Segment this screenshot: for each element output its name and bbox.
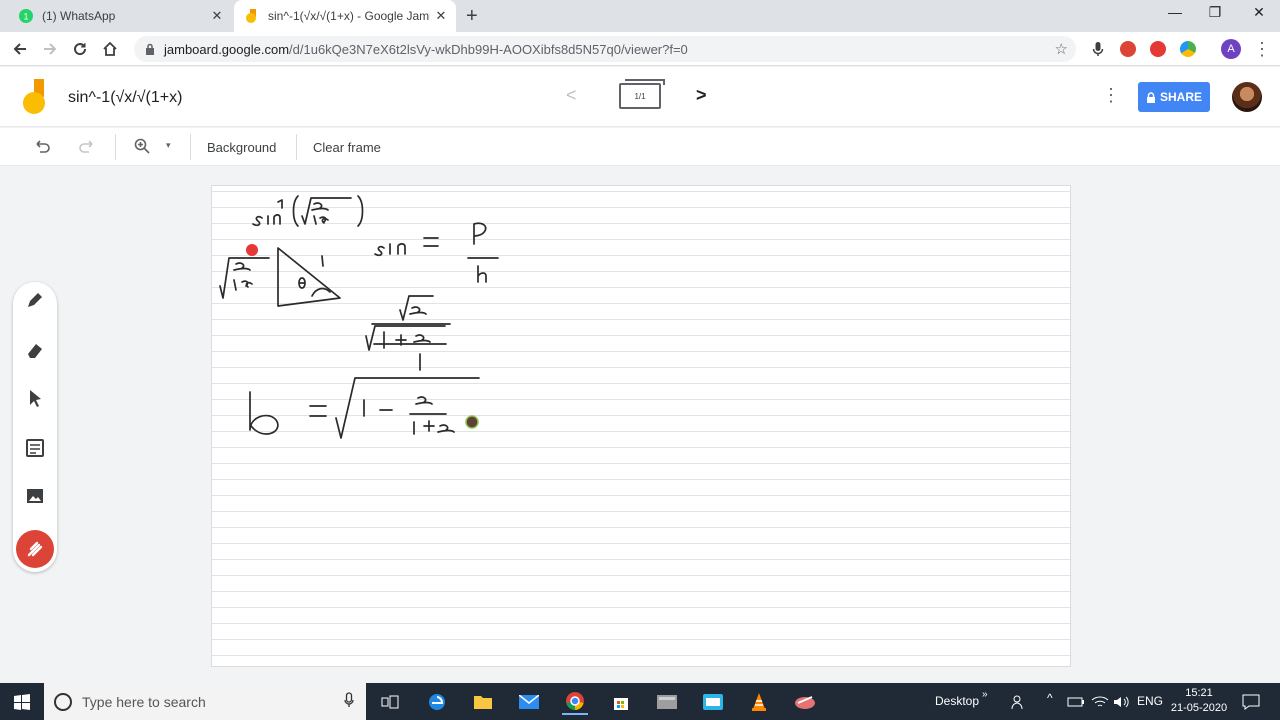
more-options-icon[interactable]: ⋮	[1102, 85, 1120, 106]
notifications-icon[interactable]	[1238, 689, 1264, 715]
undo-icon[interactable]	[33, 137, 51, 160]
windows-taskbar: Type here to search Desktop » ^ ENG 15:2…	[0, 683, 1280, 720]
canvas-area	[0, 167, 1280, 683]
store-icon[interactable]	[608, 689, 634, 715]
select-arrow-icon[interactable]	[23, 386, 47, 410]
taskbar-app-icon[interactable]	[654, 689, 680, 715]
sticky-note-icon[interactable]	[23, 436, 47, 460]
browser-tab-strip: 1 (1) WhatsApp ✕ sin^-1(√x/√(1+x) - Goog…	[0, 0, 1280, 32]
url-host: jamboard.google.com	[164, 41, 290, 57]
pen-tool-icon[interactable]	[23, 288, 47, 312]
clock-date: 21-05-2020	[1170, 702, 1228, 714]
taskbar-app-icon[interactable]	[700, 689, 726, 715]
redo-icon[interactable]	[78, 137, 96, 160]
jam-title[interactable]: sin^-1(√x/√(1+x)	[68, 89, 182, 107]
extension-record-icon[interactable]	[1120, 41, 1136, 57]
close-window-icon[interactable]: ✕	[1236, 4, 1280, 21]
address-bar[interactable]: jamboard.google.com/d/1u6kQe3N7eX6t2lsVy…	[134, 36, 1076, 62]
jamboard-header: sin^-1(√x/√(1+x) < 1/1 > ⋮ SHARE	[0, 67, 1280, 127]
zoom-dropdown-icon[interactable]: ▾	[166, 140, 171, 151]
svg-text:1: 1	[23, 12, 28, 22]
edge-browser-icon[interactable]	[424, 689, 450, 715]
taskbar-search-input[interactable]: Type here to search	[44, 683, 366, 720]
chrome-menu-icon[interactable]: ⋮	[1250, 37, 1274, 61]
vlc-icon[interactable]	[746, 689, 772, 715]
tab-title: (1) WhatsApp	[42, 9, 116, 23]
background-button[interactable]: Background	[207, 140, 276, 155]
frame-indicator[interactable]: 1/1	[619, 79, 665, 109]
desktop-toolbar-label[interactable]: Desktop	[935, 694, 979, 708]
tab-whatsapp[interactable]: 1 (1) WhatsApp ✕	[8, 0, 232, 32]
language-indicator[interactable]: ENG	[1137, 694, 1163, 708]
toolbar-divider	[115, 134, 116, 160]
lock-icon	[1146, 91, 1155, 103]
jamboard-logo-icon[interactable]	[22, 79, 48, 115]
handwritten-math-drawing	[219, 195, 499, 439]
microphone-icon[interactable]	[1090, 41, 1106, 57]
forward-icon[interactable]	[38, 37, 62, 61]
share-button[interactable]: SHARE	[1138, 82, 1210, 112]
search-placeholder: Type here to search	[82, 693, 206, 710]
new-tab-icon[interactable]: +	[466, 5, 478, 28]
previous-frame-icon[interactable]: <	[566, 85, 577, 106]
restore-icon[interactable]: ❐	[1192, 4, 1238, 21]
taskbar-app-icon[interactable]	[792, 689, 818, 715]
jamboard-icon	[244, 8, 260, 24]
eraser-icon[interactable]	[23, 338, 47, 362]
reload-icon[interactable]	[68, 37, 92, 61]
whatsapp-icon: 1	[18, 8, 34, 24]
toolbar-divider	[190, 134, 191, 160]
toolbar-expand-icon[interactable]: »	[982, 689, 988, 700]
windows-start-icon[interactable]	[14, 694, 30, 710]
microphone-icon[interactable]	[344, 692, 354, 711]
laser-dot	[246, 244, 258, 256]
toolbar-divider	[296, 134, 297, 160]
jam-frame[interactable]	[211, 185, 1071, 667]
tab-jamboard[interactable]: sin^-1(√x/√(1+x) - Google Jambo ✕	[234, 0, 456, 32]
next-frame-icon[interactable]: >	[696, 85, 707, 106]
tools-panel	[13, 282, 57, 572]
share-label: SHARE	[1159, 90, 1202, 104]
show-hidden-icons-icon[interactable]: ^	[1047, 691, 1053, 705]
clear-frame-button[interactable]: Clear frame	[313, 140, 381, 155]
browser-toolbar: jamboard.google.com/d/1u6kQe3N7eX6t2lsVy…	[0, 32, 1280, 66]
file-explorer-icon[interactable]	[470, 689, 496, 715]
taskbar-clock[interactable]: 15:21 21-05-2020	[1168, 686, 1230, 716]
laser-pointer-icon[interactable]	[16, 530, 54, 568]
people-icon[interactable]	[1006, 689, 1032, 715]
zoom-icon[interactable]	[133, 137, 151, 160]
home-icon[interactable]	[98, 37, 122, 61]
tab-title: sin^-1(√x/√(1+x) - Google Jambo	[268, 9, 430, 23]
bookmark-star-icon[interactable]: ☆	[1055, 40, 1068, 58]
jamboard-toolbar: ▾ Background Clear frame	[0, 128, 1280, 166]
close-tab-icon[interactable]: ✕	[430, 8, 452, 24]
cortana-icon	[54, 692, 72, 711]
mail-icon[interactable]	[516, 689, 542, 715]
clock-time: 15:21	[1185, 687, 1213, 699]
lock-icon	[146, 43, 154, 55]
user-avatar[interactable]	[1232, 82, 1262, 112]
back-icon[interactable]	[8, 37, 32, 61]
volume-icon[interactable]	[1108, 689, 1134, 715]
url-path: /d/1u6kQe3N7eX6t2lsVy-wkDhb99H-AOOXibfs8…	[289, 41, 688, 57]
task-view-icon[interactable]	[377, 689, 403, 715]
battery-icon[interactable]	[1063, 689, 1089, 715]
extension-shield-icon[interactable]	[1150, 41, 1166, 57]
image-icon[interactable]	[23, 484, 47, 508]
close-tab-icon[interactable]: ✕	[206, 8, 228, 24]
chrome-icon[interactable]	[562, 689, 588, 715]
profile-avatar[interactable]: A	[1221, 39, 1241, 59]
extension-color-icon[interactable]	[1180, 41, 1196, 57]
